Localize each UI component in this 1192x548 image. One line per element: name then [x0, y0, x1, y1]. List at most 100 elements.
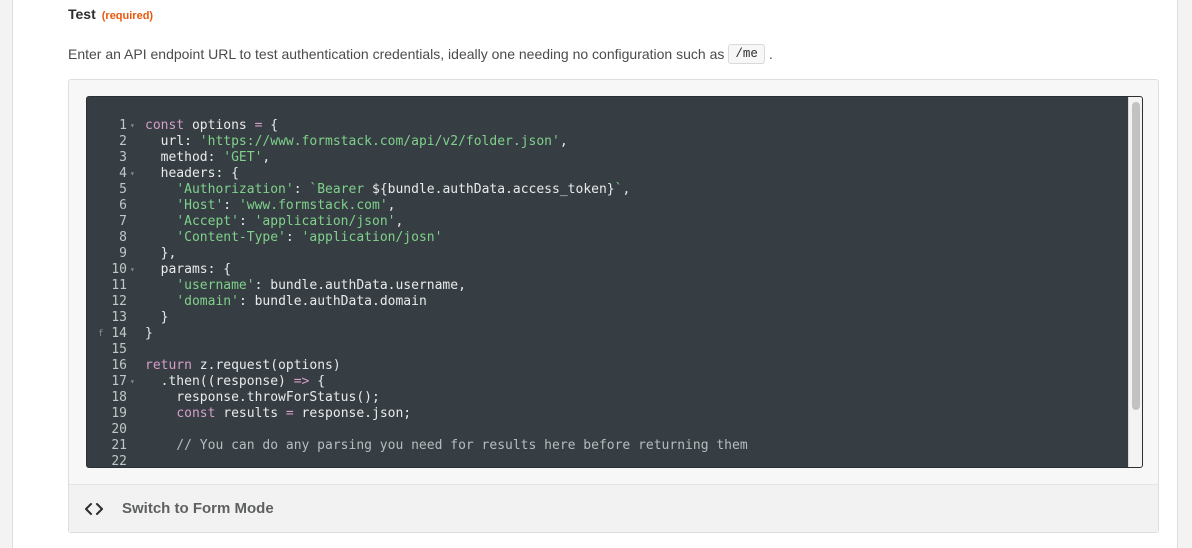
- code-line[interactable]: 7 'Accept': 'application/json',: [87, 214, 1128, 230]
- line-number: 14: [111, 326, 127, 341]
- line-number: 7: [119, 214, 127, 229]
- editor-scrollbar[interactable]: [1128, 97, 1142, 467]
- line-number: 13: [111, 310, 127, 325]
- code-token: :: [293, 182, 310, 197]
- editor-scroll-thumb[interactable]: [1132, 102, 1140, 410]
- code-token: ${bundle.authData.access_token}: [372, 182, 615, 197]
- help-inline-code: /me: [728, 44, 765, 64]
- code-token: return: [145, 358, 192, 373]
- code-text: 'domain': bundle.authData.domain: [145, 294, 427, 310]
- code-text: const options = {: [145, 118, 278, 134]
- help-text: Enter an API endpoint URL to test authen…: [68, 44, 773, 64]
- line-number: 18: [111, 390, 127, 405]
- line-number: 1: [119, 118, 127, 133]
- code-token: ,: [262, 150, 271, 165]
- line-number: 22: [111, 454, 127, 468]
- code-token: }: [145, 326, 153, 341]
- code-text: 'Host': 'www.formstack.com',: [145, 198, 395, 214]
- code-line[interactable]: 19 const results = response.json;: [87, 406, 1128, 422]
- code-token: url:: [145, 134, 200, 149]
- code-token: 'Content-Type': [176, 230, 286, 245]
- code-line[interactable]: 5 'Authorization': `Bearer ${bundle.auth…: [87, 182, 1128, 198]
- line-number: 11: [111, 278, 127, 293]
- code-editor[interactable]: 1 ▾ const options = {2 url: 'https://www.f…: [86, 96, 1143, 468]
- code-line[interactable]: 16 return z.request(options): [87, 358, 1128, 374]
- line-number: 21: [111, 438, 127, 453]
- code-line[interactable]: 4 ▾ headers: {: [87, 166, 1128, 182]
- code-text: 'Accept': 'application/json',: [145, 214, 403, 230]
- line-number: 5: [119, 182, 127, 197]
- code-token: ,: [622, 182, 631, 197]
- code-line[interactable]: 15: [87, 342, 1128, 358]
- code-line[interactable]: 8 'Content-Type': 'application/josn': [87, 230, 1128, 246]
- required-label: (required): [101, 10, 154, 22]
- code-line[interactable]: 17 ▾ .then((response) => {: [87, 374, 1128, 390]
- code-line[interactable]: 9 },: [87, 246, 1128, 262]
- line-number: 15: [111, 342, 127, 357]
- code-token: .then((response): [145, 374, 294, 389]
- code-token: 'Authorization': [176, 182, 294, 197]
- code-line[interactable]: 6 'Host': 'www.formstack.com',: [87, 198, 1128, 214]
- code-token: results: [215, 406, 286, 421]
- code-token: ,: [559, 134, 568, 149]
- code-token: :: [238, 214, 255, 229]
- line-number: 2: [119, 134, 127, 149]
- code-line[interactable]: 2 url: 'https://www.formstack.com/api/v2…: [87, 134, 1128, 150]
- code-token: const: [145, 118, 185, 133]
- code-line[interactable]: f 14}: [87, 326, 1128, 342]
- code-brackets-icon[interactable]: [83, 498, 105, 520]
- code-token: : bundle.authData.domain: [238, 294, 427, 309]
- code-line[interactable]: 3 method: 'GET',: [87, 150, 1128, 166]
- fold-toggle-icon[interactable]: ▾: [130, 374, 135, 390]
- code-text: },: [145, 246, 177, 262]
- code-line[interactable]: 1 ▾ const options = {: [87, 118, 1128, 134]
- code-token: method:: [145, 150, 224, 165]
- code-text: // You can do any parsing you need for r…: [145, 438, 748, 454]
- code-token: z.request(options): [191, 358, 341, 373]
- line-number: 20: [111, 422, 127, 437]
- line-number: 3: [119, 150, 127, 165]
- code-line[interactable]: 13 }: [87, 310, 1128, 326]
- code-token: ,: [395, 214, 404, 229]
- code-line[interactable]: 12 'domain': bundle.authData.domain: [87, 294, 1128, 310]
- code-line[interactable]: 18 response.throwForStatus();: [87, 390, 1128, 406]
- code-token: =>: [293, 374, 310, 389]
- code-line[interactable]: 11 'username': bundle.authData.username,: [87, 278, 1128, 294]
- code-text: 'Authorization': `Bearer ${bundle.authDa…: [145, 182, 630, 198]
- code-line[interactable]: 10 ▾ params: {: [87, 262, 1128, 278]
- code-text: const results = response.json;: [145, 406, 411, 422]
- code-token: 'domain': [176, 294, 239, 309]
- field-title: Test (required): [68, 6, 153, 22]
- code-token: }: [145, 310, 169, 325]
- code-token: {: [262, 118, 279, 133]
- code-text: return z.request(options): [145, 358, 341, 374]
- code-lines[interactable]: 1 ▾ const options = {2 url: 'https://www.f…: [87, 118, 1128, 468]
- code-token: 'www.formstack.com': [238, 198, 388, 213]
- code-line[interactable]: 20: [87, 422, 1128, 438]
- code-text: params: {: [145, 262, 231, 278]
- code-text: url: 'https://www.formstack.com/api/v2/f…: [145, 134, 568, 150]
- code-line[interactable]: 21 // You can do any parsing you need fo…: [87, 438, 1128, 454]
- switch-mode-bar[interactable]: Switch to Form Mode: [69, 484, 1158, 532]
- code-token: 'username': [176, 278, 255, 293]
- code-token: 'https://www.formstack.com/api/v2/folder…: [199, 134, 560, 149]
- code-token: // You can do any parsing you need for r…: [145, 438, 748, 453]
- line-number: 6: [119, 198, 127, 213]
- fold-toggle-icon[interactable]: ▾: [130, 166, 135, 182]
- code-token: 'GET': [223, 150, 263, 165]
- code-text: method: 'GET',: [145, 150, 271, 166]
- fold-toggle-icon[interactable]: ▾: [130, 118, 135, 134]
- code-text: }: [145, 310, 169, 326]
- code-line[interactable]: 22: [87, 454, 1128, 468]
- fold-toggle-icon[interactable]: ▾: [130, 262, 135, 278]
- line-number: 9: [119, 246, 127, 261]
- code-token: params: {: [145, 262, 232, 277]
- code-text: }: [145, 326, 153, 342]
- code-token: options: [184, 118, 255, 133]
- code-editor-container: 1 ▾ const options = {2 url: 'https://www.f…: [68, 79, 1159, 533]
- switch-to-form-mode-button[interactable]: Switch to Form Mode: [122, 500, 274, 517]
